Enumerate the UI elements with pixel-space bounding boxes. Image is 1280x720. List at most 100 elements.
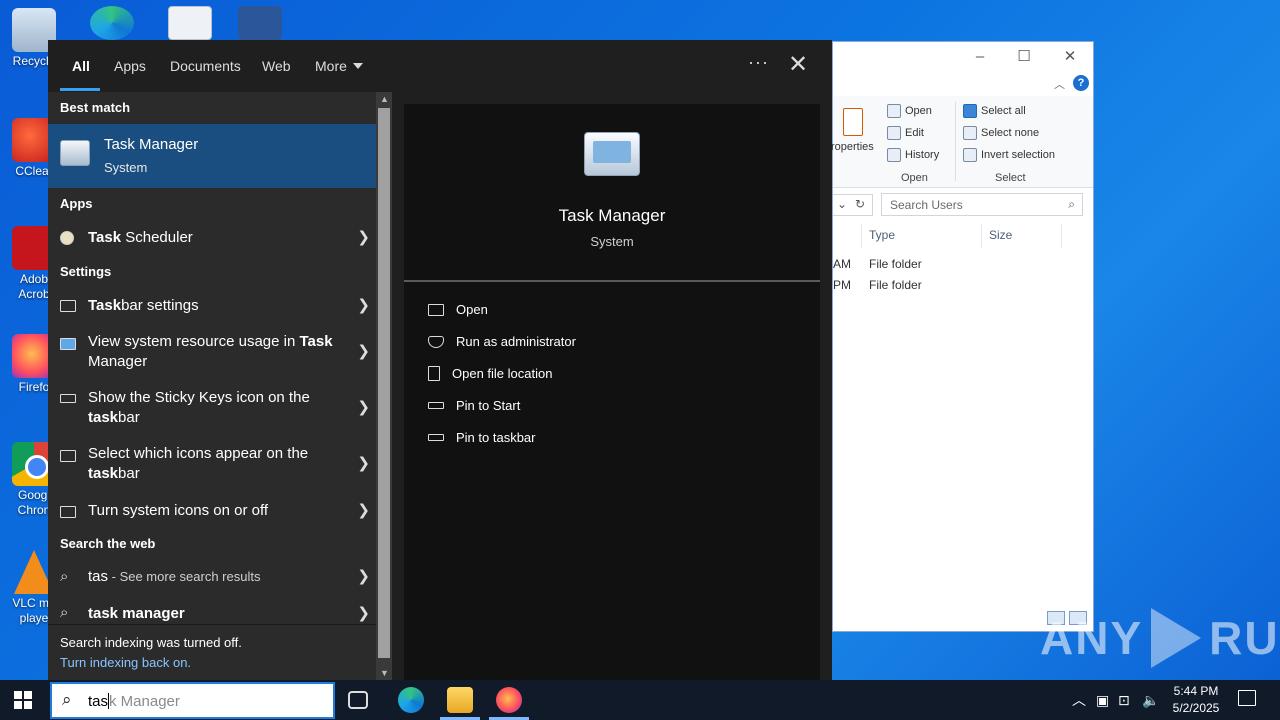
windows-logo-icon — [24, 701, 32, 709]
result-sticky-keys[interactable]: Show the Sticky Keys icon on the taskbar … — [48, 382, 376, 434]
task-manager-icon — [60, 140, 90, 166]
taskbar-clock[interactable]: 5:44 PM 5/2/2025 — [1164, 683, 1228, 717]
notification-center-icon[interactable] — [1238, 690, 1256, 706]
minimize-button[interactable]: – — [965, 46, 995, 68]
best-match-task-manager[interactable]: Task Manager System — [48, 124, 376, 188]
result-web-tas[interactable]: ⌕ tas - See more search results ❯ — [48, 560, 376, 594]
action-pin-to-start[interactable]: Pin to Start — [428, 398, 520, 413]
anyrun-watermark: ANY RUN — [1040, 608, 1280, 668]
file-explorer-taskbar-icon[interactable] — [447, 687, 473, 713]
chevron-right-icon[interactable]: ❯ — [357, 501, 370, 519]
chevron-right-icon[interactable]: ❯ — [357, 454, 370, 472]
open-icon — [887, 104, 901, 118]
shield-icon — [428, 335, 444, 348]
result-select-icons[interactable]: Select which icons appear on the taskbar … — [48, 438, 376, 490]
action-open-file-location[interactable]: Open file location — [428, 366, 552, 381]
maximize-button[interactable]: ☐ — [1009, 46, 1039, 68]
chevron-right-icon[interactable]: ❯ — [357, 296, 370, 314]
more-options-icon[interactable]: ··· — [748, 52, 769, 73]
ribbon: roperties Open Edit History Open Select … — [831, 96, 1093, 188]
column-header-type[interactable]: Type — [869, 228, 895, 242]
section-settings: Settings — [60, 264, 112, 279]
best-match-subtitle: System — [104, 160, 148, 175]
tab-apps[interactable]: Apps — [114, 58, 146, 74]
chevron-right-icon[interactable]: ❯ — [357, 342, 370, 360]
row-type[interactable]: File folder — [869, 278, 922, 292]
scrollbar-thumb[interactable] — [378, 108, 390, 658]
column-divider[interactable] — [861, 224, 862, 248]
chevron-right-icon[interactable]: ❯ — [357, 398, 370, 416]
chevron-up-icon[interactable]: ︿ — [1072, 680, 1086, 720]
section-search-web: Search the web — [60, 536, 156, 551]
result-task-scheduler[interactable]: Task Scheduler ❯ — [48, 220, 376, 254]
invert-selection-icon — [963, 148, 977, 162]
history-button[interactable]: History — [887, 146, 939, 164]
edge-taskbar-icon[interactable] — [398, 687, 424, 713]
close-icon[interactable]: ✕ — [788, 50, 808, 79]
network-icon[interactable]: ⊡ — [1118, 680, 1130, 720]
select-none-button[interactable]: Select none — [963, 124, 1039, 142]
address-bar-controls[interactable]: ⌄ ↻ — [833, 194, 873, 216]
action-run-as-administrator[interactable]: Run as administrator — [428, 334, 576, 349]
history-icon — [887, 148, 901, 162]
result-view-resource-usage[interactable]: View system resource usage in Task Manage… — [48, 326, 376, 378]
chevron-right-icon[interactable]: ❯ — [357, 567, 370, 585]
select-all-button[interactable]: Select all — [963, 102, 1026, 120]
turn-indexing-on-link[interactable]: Turn indexing back on. — [60, 655, 191, 670]
result-label: tas - See more search results — [88, 568, 261, 585]
explorer-search-input[interactable]: Search Users ⌕ — [881, 193, 1083, 216]
search-query: task Manager — [88, 693, 180, 710]
properties-button[interactable]: roperties — [831, 138, 874, 156]
active-tab-indicator — [60, 88, 100, 91]
result-taskbar-settings[interactable]: Taskbar settings ❯ — [48, 288, 376, 322]
windows-logo-icon — [24, 691, 32, 699]
edge-desktop-icon[interactable] — [90, 6, 134, 40]
action-open[interactable]: Open — [428, 302, 488, 317]
taskbar-search-input[interactable]: ⌕ task Manager — [50, 682, 335, 719]
tab-all[interactable]: All — [72, 58, 90, 74]
detail-divider — [404, 280, 820, 282]
tab-documents[interactable]: Documents — [170, 58, 241, 74]
results-scrollbar[interactable]: ▲ ▼ — [376, 92, 392, 680]
invert-selection-button[interactable]: Invert selection — [963, 146, 1055, 164]
tab-more[interactable]: More — [315, 58, 363, 74]
scroll-down-icon[interactable]: ▼ — [380, 668, 389, 678]
edit-button[interactable]: Edit — [887, 124, 924, 142]
row-date-fragment: AM — [833, 257, 851, 271]
result-label: View system resource usage in Task Manage… — [88, 333, 333, 370]
meet-now-icon[interactable]: ▣ — [1096, 680, 1109, 720]
column-header-size[interactable]: Size — [989, 228, 1012, 242]
pin-icon — [428, 434, 444, 441]
volume-icon[interactable]: 🔈 — [1142, 680, 1159, 720]
start-button[interactable] — [14, 691, 32, 709]
properties-icon[interactable] — [843, 108, 863, 136]
indexing-notice: Search indexing was turned off. Turn ind… — [48, 624, 376, 680]
explorer-titlebar: – ☐ ✕ — [833, 42, 1093, 72]
chevron-right-icon[interactable]: ❯ — [357, 228, 370, 246]
chevron-down-icon[interactable]: ⌄ — [837, 197, 847, 211]
collapse-ribbon-icon[interactable]: ︿ — [1054, 76, 1065, 92]
column-divider[interactable] — [981, 224, 982, 248]
result-label: Task Scheduler — [88, 229, 193, 246]
tab-web[interactable]: Web — [262, 58, 291, 74]
refresh-icon[interactable]: ↻ — [855, 197, 865, 211]
windows-logo-icon — [14, 701, 22, 709]
action-pin-to-taskbar[interactable]: Pin to taskbar — [428, 430, 536, 445]
open-button[interactable]: Open — [887, 102, 932, 120]
help-icon[interactable]: ? — [1073, 75, 1089, 91]
file-explorer-window: – ☐ ✕ ︿ ? roperties Open Edit History Op… — [831, 41, 1094, 632]
chevron-right-icon[interactable]: ❯ — [357, 604, 370, 622]
column-divider[interactable] — [1061, 224, 1062, 248]
scroll-up-icon[interactable]: ▲ — [380, 94, 389, 104]
word-document-icon[interactable] — [238, 6, 282, 40]
result-label: Select which icons appear on the taskbar — [88, 445, 309, 482]
firefox-taskbar-icon[interactable] — [496, 687, 522, 713]
task-view-button[interactable] — [348, 691, 368, 709]
clock-date: 5/2/2025 — [1172, 701, 1220, 715]
row-type[interactable]: File folder — [869, 257, 922, 271]
image-file-icon[interactable] — [168, 6, 212, 40]
close-button[interactable]: ✕ — [1055, 46, 1085, 68]
search-tabs: All Apps Documents Web More ··· ✕ — [48, 40, 832, 92]
monitor-icon — [60, 450, 76, 462]
result-system-icons[interactable]: Turn system icons on or off ❯ — [48, 494, 376, 528]
